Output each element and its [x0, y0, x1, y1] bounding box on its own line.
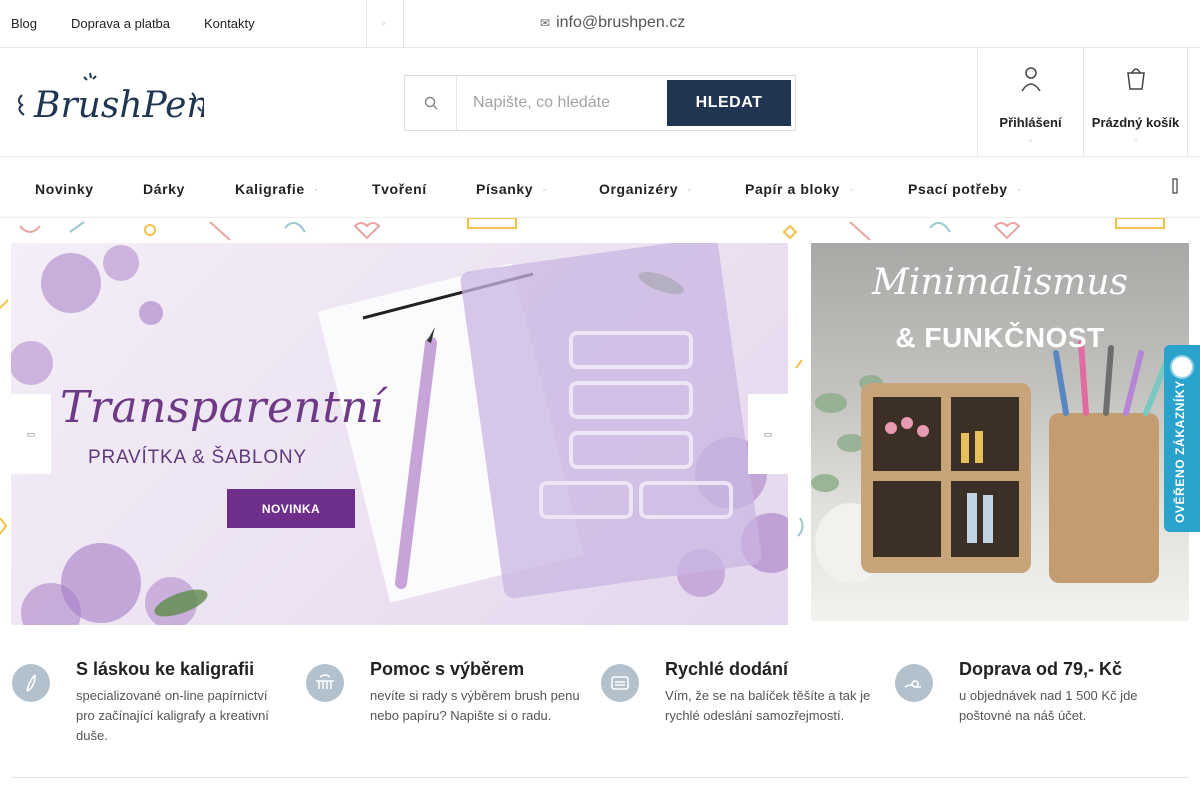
feature-title: Doprava od 79,- Kč [959, 659, 1123, 679]
top-bar: Blog Doprava a platba Kontakty ▫ ✉ info@b… [0, 0, 1200, 48]
nav-item-label: Kaligrafie [235, 181, 305, 197]
nav-item-novinky[interactable]: Novinky [35, 181, 94, 197]
chevron-down-icon: ▫ [1134, 136, 1137, 145]
main-nav: Novinky Dárky Kaligrafie ▫ Tvoření Písank… [0, 158, 1200, 218]
chevron-down-icon: ▫ [849, 186, 854, 194]
cart-icon [1084, 65, 1187, 93]
logo-text: BrushPen [33, 85, 204, 126]
feature-text: Vím, že se na balíček těšíte a tak je ry… [665, 688, 871, 723]
topbar-link-contacts[interactable]: Kontakty [204, 16, 255, 31]
verified-badge-text: OVĚŘENO ZÁKAZNÍKY [1173, 380, 1187, 523]
verified-seal-icon [1170, 355, 1194, 379]
nav-item-darky[interactable]: Dárky [143, 181, 185, 197]
topbar-divider [366, 0, 367, 48]
chevron-down-icon: ▫ [688, 186, 692, 194]
feature-text: u objednávek nad 1 500 Kč jde poštovné n… [959, 688, 1138, 723]
search-button[interactable]: HLEDAT [667, 80, 791, 126]
hero-banner[interactable] [11, 243, 788, 625]
cart-button[interactable]: Prázdný košík ▫ [1083, 49, 1188, 157]
cart-label: Prázdný košík [1091, 115, 1180, 130]
login-label: Přihlášení [999, 115, 1062, 130]
section-divider [11, 777, 1189, 778]
nav-item-papir-a-bloky[interactable]: Papír a bloky ▫ [745, 181, 853, 197]
nav-item-label: Psací potřeby [908, 181, 1008, 197]
feature-text: specializované on-line papírnictví pro z… [76, 688, 269, 743]
topbar-email[interactable]: ✉ info@brushpen.cz [540, 14, 685, 32]
chevron-down-icon: ▫ [314, 186, 318, 194]
login-button[interactable]: Přihlášení ▫ [977, 49, 1083, 157]
nav-item-kaligrafie[interactable]: Kaligrafie ▫ [235, 181, 318, 197]
user-icon [978, 65, 1083, 93]
hero-banner-subtitle: PRAVÍTKA & ŠABLONY [88, 447, 307, 468]
pen-nib-icon [12, 664, 50, 702]
topbar-email-text: info@brushpen.cz [556, 14, 686, 31]
topbar-link-blog[interactable]: Blog [11, 16, 37, 31]
feature-title: S láskou ke kaligrafii [76, 659, 255, 679]
topbar-link-shipping[interactable]: Doprava a platba [71, 16, 170, 31]
chevron-down-icon: ▫ [1029, 136, 1032, 145]
nav-item-organizery[interactable]: Organizéry ▫ [599, 181, 691, 197]
slider-prev-button[interactable]: ▭ [11, 394, 51, 474]
hero-banner-content [11, 243, 788, 625]
money-hand-icon [895, 664, 933, 702]
delivery-truck-icon [601, 664, 639, 702]
header: BrushPen HLEDAT Přihlášení ▫ Prázdný koš… [0, 49, 1200, 157]
nav-item-label: Papír a bloky [745, 181, 840, 197]
nav-item-label: Dárky [143, 181, 185, 197]
hero-banner-button[interactable]: NOVINKA [227, 489, 355, 528]
search-box: HLEDAT [404, 75, 796, 131]
nav-item-label: Tvoření [372, 181, 427, 197]
feature-title: Pomoc s výběrem [370, 659, 525, 679]
envelope-icon: ✉ [540, 16, 551, 30]
nav-item-psaci-potreby[interactable]: Psací potřeby ▫ [908, 181, 1021, 197]
feature-text: nevíte si rady s výběrem brush penu nebo… [370, 688, 580, 723]
topbar-divider [403, 0, 404, 48]
verified-customers-badge[interactable]: OVĚŘENO ZÁKAZNÍKY [1164, 345, 1200, 532]
feature-title: Rychlé dodání [665, 659, 789, 679]
slider-next-button[interactable]: ▭ [748, 394, 788, 474]
hamburger-menu-icon[interactable] [1172, 178, 1178, 199]
nav-item-label: Písanky [476, 181, 534, 197]
helping-hand-icon [306, 664, 344, 702]
brushpen-logo[interactable]: BrushPen [14, 69, 210, 131]
search-icon[interactable] [405, 76, 457, 130]
arrow-left-icon: ▭ [26, 428, 36, 439]
chevron-down-icon: ▫ [1017, 186, 1021, 194]
arrow-right-icon: ▭ [763, 428, 773, 439]
chevron-down-icon: ▫ [543, 186, 547, 194]
nav-item-pisanky[interactable]: Písanky ▫ [476, 181, 546, 197]
side-banner-subtitle: & FUNKČNOST [895, 322, 1105, 353]
nav-item-tvoreni[interactable]: Tvoření [372, 181, 427, 197]
search-input[interactable] [461, 82, 667, 124]
nav-item-label: Organizéry [599, 181, 679, 197]
nav-item-label: Novinky [35, 181, 94, 197]
side-banner-title: Minimalismus [872, 262, 1128, 303]
hero-banner-title: Transparentní [60, 382, 384, 433]
topbar-more-icon[interactable]: ▫ [382, 19, 385, 28]
